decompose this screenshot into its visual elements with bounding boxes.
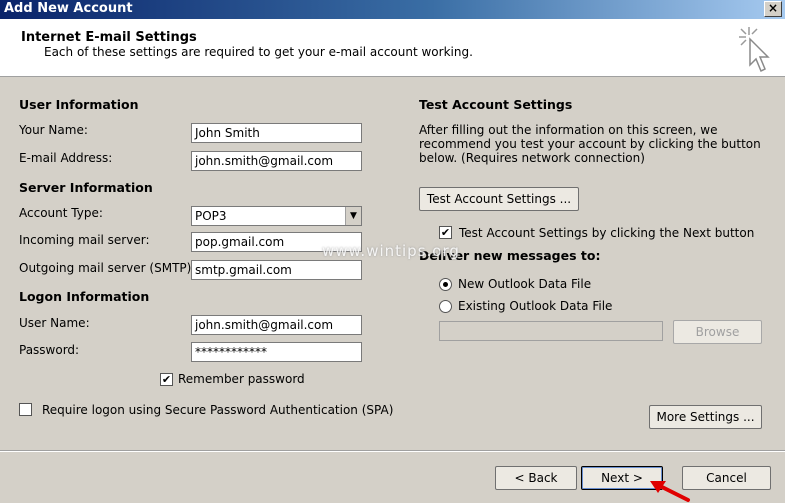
- close-button[interactable]: ×: [764, 1, 782, 17]
- test-settings-heading: Test Account Settings: [419, 97, 573, 112]
- watermark: www.wintips.org: [322, 242, 460, 260]
- window-title: Add New Account: [4, 1, 133, 16]
- more-settings-button[interactable]: More Settings ...: [649, 405, 762, 429]
- red-arrow-icon: [650, 481, 690, 502]
- test-description-line3: below. (Requires network connection): [419, 151, 645, 165]
- back-button[interactable]: < Back: [495, 466, 577, 490]
- sparkle-cursor-icon: [739, 27, 770, 73]
- remember-password-label: Remember password: [178, 372, 305, 386]
- footer-divider: [0, 450, 785, 452]
- email-field[interactable]: john.smith@gmail.com: [191, 151, 362, 171]
- spa-label: Require logon using Secure Password Auth…: [42, 403, 394, 417]
- username-label: User Name:: [19, 316, 90, 330]
- chevron-down-icon[interactable]: ▼: [345, 207, 361, 225]
- existing-file-path-field[interactable]: [439, 321, 663, 341]
- server-info-heading: Server Information: [19, 180, 153, 195]
- outgoing-server-label: Outgoing mail server (SMTP):: [19, 261, 196, 275]
- new-data-file-radio[interactable]: [439, 278, 452, 291]
- browse-button[interactable]: Browse: [673, 320, 762, 344]
- wizard-header: Internet E-mail Settings Each of these s…: [0, 19, 785, 77]
- username-field[interactable]: john.smith@gmail.com: [191, 315, 362, 335]
- remember-password-checkbox[interactable]: ✔: [160, 373, 173, 386]
- title-bar: Add New Account ×: [0, 0, 785, 19]
- page-title: Internet E-mail Settings: [21, 30, 197, 45]
- account-type-value: POP3: [195, 209, 227, 223]
- logon-info-heading: Logon Information: [19, 289, 150, 304]
- name-label: Your Name:: [19, 123, 88, 137]
- password-field[interactable]: ************: [191, 342, 362, 362]
- existing-data-file-label: Existing Outlook Data File: [458, 299, 613, 313]
- outgoing-server-field[interactable]: smtp.gmail.com: [191, 260, 362, 280]
- page-subtitle: Each of these settings are required to g…: [44, 45, 473, 59]
- new-data-file-label: New Outlook Data File: [458, 277, 592, 291]
- spa-checkbox[interactable]: [19, 403, 32, 416]
- password-label: Password:: [19, 343, 80, 357]
- account-type-label: Account Type:: [19, 206, 103, 220]
- email-label: E-mail Address:: [19, 151, 113, 165]
- test-description-line2: recommend you test your account by click…: [419, 137, 761, 151]
- user-info-heading: User Information: [19, 97, 139, 112]
- existing-data-file-radio[interactable]: [439, 300, 452, 313]
- name-field[interactable]: John Smith: [191, 123, 362, 143]
- auto-test-checkbox[interactable]: ✔: [439, 226, 452, 239]
- account-type-select[interactable]: POP3 ▼: [191, 206, 362, 226]
- test-account-settings-button[interactable]: Test Account Settings ...: [419, 187, 579, 211]
- test-description-line1: After filling out the information on thi…: [419, 123, 718, 137]
- cancel-button[interactable]: Cancel: [682, 466, 771, 490]
- auto-test-label: Test Account Settings by clicking the Ne…: [459, 226, 755, 240]
- incoming-server-label: Incoming mail server:: [19, 233, 150, 247]
